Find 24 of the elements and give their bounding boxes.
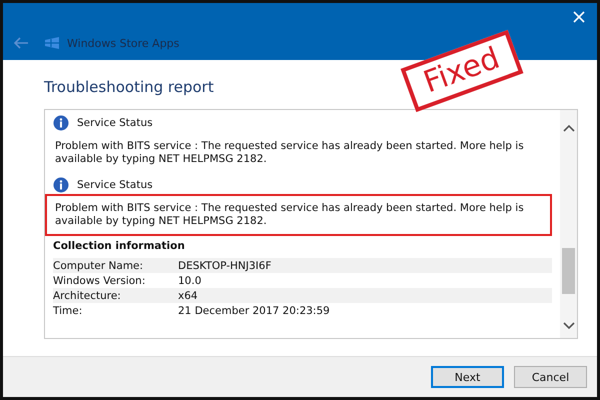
scrollbar[interactable] bbox=[560, 110, 577, 338]
scroll-up-icon[interactable] bbox=[562, 124, 574, 132]
message-text: Problem with BITS service : The requested service has already been started. More help is available by typing NET HELPMSG 2182. bbox=[54, 139, 525, 167]
scroll-down-icon[interactable] bbox=[562, 322, 574, 330]
info-value: DESKTOP-HNJ3I6F bbox=[178, 260, 272, 272]
dialog-button[interactable]: Cancel bbox=[514, 366, 587, 388]
info-value: 21 December 2017 20:23:59 bbox=[178, 304, 330, 316]
info-icon bbox=[53, 115, 69, 131]
scroll-thumb[interactable] bbox=[562, 248, 575, 294]
info-value: x64 bbox=[178, 290, 198, 302]
info-label: Computer Name: bbox=[53, 260, 144, 272]
section-title: Collection information bbox=[53, 240, 186, 252]
info-value: 10.0 bbox=[178, 274, 202, 286]
close-icon[interactable] bbox=[573, 11, 585, 23]
info-icon bbox=[53, 177, 69, 193]
message-text: Problem with BITS service : The requested service has already been started. More help is available by typing NET HELPMSG 2182. bbox=[45, 194, 552, 236]
message-title: Service Status bbox=[77, 117, 153, 129]
message-title: Service Status bbox=[77, 179, 153, 191]
info-label: Windows Version: bbox=[53, 274, 146, 286]
dialog-button[interactable]: Next bbox=[431, 366, 504, 388]
info-label: Architecture: bbox=[53, 290, 122, 302]
windows-logo-icon bbox=[43, 35, 61, 51]
window-title: Windows Store Apps bbox=[67, 36, 180, 50]
info-label: Time: bbox=[53, 304, 84, 316]
